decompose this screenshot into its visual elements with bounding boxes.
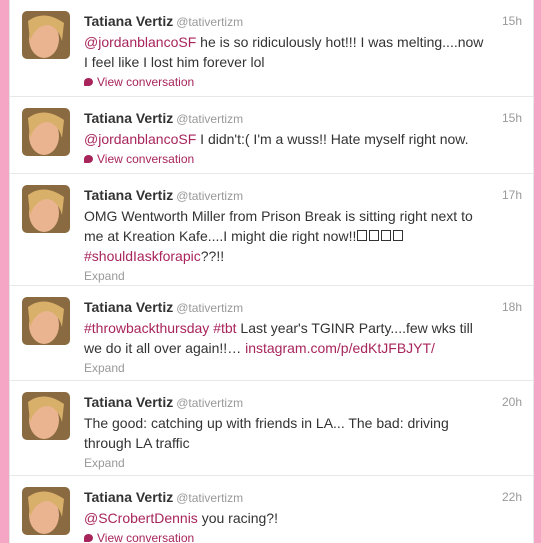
avatar[interactable] (22, 108, 70, 156)
tweet-item[interactable]: Tatiana Vertiz @tativertizm 17h OMG Wentw… (10, 174, 533, 286)
tweet-header: Tatiana Vertiz @tativertizm (84, 298, 521, 316)
tweet-item[interactable]: Tatiana Vertiz @tativertizm 20h The good:… (10, 381, 533, 476)
tweet-time[interactable]: 20h (502, 393, 522, 411)
user-name[interactable]: Tatiana Vertiz (84, 13, 173, 29)
tweet-item[interactable]: Tatiana Vertiz @tativertizm 22h @SCrobert… (10, 476, 533, 543)
avatar[interactable] (22, 487, 70, 535)
hashtag-link[interactable]: #throwbackthursday (84, 320, 209, 336)
tweet-text: @jordanblancoSF I didn't:( I'm a wuss!! … (84, 129, 491, 149)
user-name[interactable]: Tatiana Vertiz (84, 110, 173, 126)
tweet-text: #throwbackthursday #tbt Last year's TGIN… (84, 318, 491, 358)
instagram-link[interactable]: instagram.com/p/edKtJFBJYT/ (245, 340, 435, 356)
user-handle[interactable]: @tativertizm (176, 189, 243, 203)
user-handle[interactable]: @tativertizm (176, 112, 243, 126)
hashtag-link[interactable]: #shouldIaskforapic (84, 248, 201, 264)
tweet-item[interactable]: Tatiana Vertiz @tativertizm 15h @jordanbl… (10, 0, 533, 97)
emoji-glyph (381, 229, 392, 241)
user-name[interactable]: Tatiana Vertiz (84, 394, 173, 410)
tweet-text: OMG Wentworth Miller from Prison Break i… (84, 206, 491, 266)
mention-link[interactable]: @SCrobertDennis (84, 510, 198, 526)
conversation-icon (84, 154, 93, 163)
tweet-stream: Tatiana Vertiz @tativertizm 15h @jordanbl… (9, 0, 534, 543)
view-conversation-link[interactable]: View conversation (84, 529, 521, 543)
tweet-time[interactable]: 17h (502, 186, 522, 204)
user-name[interactable]: Tatiana Vertiz (84, 299, 173, 315)
emoji-glyph (393, 229, 404, 241)
conversation-icon (84, 77, 93, 86)
tweet-text: The good: catching up with friends in LA… (84, 415, 449, 451)
emoji-glyph (357, 229, 368, 241)
avatar[interactable] (22, 11, 70, 59)
avatar[interactable] (22, 185, 70, 233)
tweet-item[interactable]: Tatiana Vertiz @tativertizm 18h #throwbac… (10, 286, 533, 381)
user-handle[interactable]: @tativertizm (176, 15, 243, 29)
user-name[interactable]: Tatiana Vertiz (84, 187, 173, 203)
hashtag-link[interactable]: #tbt (213, 320, 236, 336)
expand-link[interactable]: Expand (84, 359, 521, 377)
view-conversation-label: View conversation (97, 152, 195, 166)
tweet-text: @jordanblancoSF he is so ridiculously ho… (84, 32, 491, 72)
tweet-header: Tatiana Vertiz @tativertizm (84, 393, 521, 411)
tweet-header: Tatiana Vertiz @tativertizm (84, 186, 521, 204)
tweet-header: Tatiana Vertiz @tativertizm (84, 488, 521, 506)
view-conversation-link[interactable]: View conversation (84, 150, 521, 168)
tweet-body: OMG Wentworth Miller from Prison Break i… (84, 208, 473, 244)
tweet-time[interactable]: 15h (502, 12, 522, 30)
view-conversation-label: View conversation (97, 75, 195, 89)
tweet-body: you racing?! (197, 510, 278, 526)
tweet-time[interactable]: 22h (502, 488, 522, 506)
emoji-glyph (369, 229, 380, 241)
expand-link[interactable]: Expand (84, 267, 521, 285)
conversation-icon (84, 533, 93, 542)
user-handle[interactable]: @tativertizm (176, 491, 243, 505)
tweet-body-end: ??!! (200, 248, 225, 264)
expand-link[interactable]: Expand (84, 454, 521, 472)
mention-link[interactable]: @jordanblancoSF (84, 34, 196, 50)
avatar[interactable] (22, 392, 70, 440)
user-handle[interactable]: @tativertizm (176, 396, 243, 410)
tweet-time[interactable]: 18h (502, 298, 522, 316)
tweet-header: Tatiana Vertiz @tativertizm (84, 109, 521, 127)
mention-link[interactable]: @jordanblancoSF (84, 131, 196, 147)
view-conversation-label: View conversation (97, 531, 195, 543)
user-handle[interactable]: @tativertizm (176, 301, 243, 315)
tweet-item[interactable]: Tatiana Vertiz @tativertizm 15h @jordanbl… (10, 97, 533, 174)
view-conversation-link[interactable]: View conversation (84, 73, 521, 91)
tweet-body: I didn't:( I'm a wuss!! Hate myself righ… (196, 131, 469, 147)
tweet-text: @SCrobertDennis you racing?! (84, 508, 491, 528)
user-name[interactable]: Tatiana Vertiz (84, 489, 173, 505)
avatar[interactable] (22, 297, 70, 345)
tweet-time[interactable]: 15h (502, 109, 522, 127)
tweet-header: Tatiana Vertiz @tativertizm (84, 12, 521, 30)
